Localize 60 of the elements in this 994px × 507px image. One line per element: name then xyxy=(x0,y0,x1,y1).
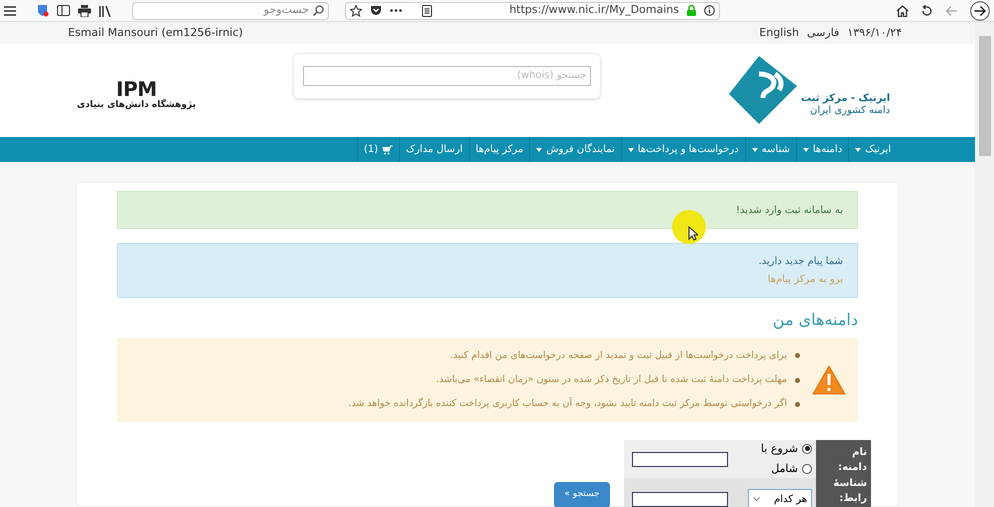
sidebar-icon[interactable] xyxy=(57,5,70,16)
search-placeholder: جست‌وجو xyxy=(264,2,309,18)
language-link[interactable]: English xyxy=(759,24,799,42)
forward-icon[interactable] xyxy=(970,0,990,20)
url-text[interactable]: https://www.nic.ir/My_Domains xyxy=(509,2,679,19)
contact-input[interactable] xyxy=(632,492,728,506)
domain-label: نام دامنه: xyxy=(837,446,867,474)
notice-text: اگر درخواستی توسط مرکز ثبت دامنه تایید نشود، وجه آن به حساب کاربری پرداخت کننده بازگردانده خواهد شد. xyxy=(348,397,787,412)
logo-title: ایرنیک - مرکز ثبت xyxy=(801,92,890,105)
pocket-icon[interactable] xyxy=(370,5,382,16)
radio-option[interactable]: شامل xyxy=(760,461,812,478)
caret-icon xyxy=(802,148,809,152)
cart-icon xyxy=(382,144,394,154)
scrollbar[interactable] xyxy=(975,22,994,507)
ipm-logo: IPM xyxy=(116,78,157,99)
section-heading: دامنه‌های من xyxy=(772,309,858,331)
bullet-icon xyxy=(795,402,800,407)
search-icon xyxy=(313,5,324,16)
domain-input[interactable] xyxy=(632,452,728,466)
notice-text: مهلت پرداخت دامنهٔ ثبت شده تا قبل از تاریخ ذکر شده در ستون «زمان انقضاء» می‌باشد. xyxy=(436,372,787,387)
radio-option[interactable]: شروع با xyxy=(760,440,812,457)
radio-button[interactable] xyxy=(802,464,812,474)
search-button[interactable]: جستجو » xyxy=(554,482,610,507)
caret-icon xyxy=(855,148,862,152)
caret-icon xyxy=(536,148,542,152)
reader-icon[interactable] xyxy=(422,4,432,16)
caret-icon xyxy=(628,148,634,152)
logo-icon xyxy=(729,56,798,126)
print-icon[interactable] xyxy=(78,4,91,16)
user-name: Esmail Mansouri (em1256-irnic) xyxy=(68,24,243,41)
cursor-icon xyxy=(688,226,698,241)
bullet-icon xyxy=(795,378,800,382)
bullet-icon xyxy=(795,353,800,358)
more-icon[interactable] xyxy=(390,9,402,12)
contact-select[interactable]: هر کدام xyxy=(748,489,812,507)
lock-icon xyxy=(687,5,696,16)
star-icon[interactable] xyxy=(350,4,362,16)
radio-button[interactable] xyxy=(802,444,812,454)
chevron-icon xyxy=(753,496,760,502)
reload-icon[interactable] xyxy=(921,4,933,16)
whois-placeholder: جستجو (whois) xyxy=(517,69,586,83)
language-link[interactable]: فارسی xyxy=(807,24,840,42)
message-link[interactable]: برو به مرکز پیام‌ها xyxy=(132,272,843,287)
library-icon[interactable] xyxy=(99,4,112,16)
info-icon[interactable] xyxy=(704,5,715,16)
logo-subtitle: دامنه کشوری ایران xyxy=(808,105,890,118)
search-field[interactable]: جست‌وجو xyxy=(132,2,329,20)
warning-icon xyxy=(812,365,846,395)
shield-icon[interactable] xyxy=(36,4,49,17)
menu-icon[interactable] xyxy=(4,6,16,16)
address-bar[interactable]: https://www.nic.ir/My_Domains xyxy=(345,2,720,20)
partner-name: پژوهشگاه دانش‌های بنیادی xyxy=(77,98,196,112)
contact-label: شناسهٔ رابط: xyxy=(832,476,867,506)
home-icon[interactable] xyxy=(896,4,909,16)
alert-text: شما پیام جدید دارید. xyxy=(757,255,843,269)
notice-text: برای پرداخت درخواست‌ها از قبیل ثبت و تمدید از صفحه درخواست‌های من اقدام کنید. xyxy=(450,348,787,363)
date-text: ۱۳۹۶/۱۰/۲۴ xyxy=(847,24,902,41)
whois-field[interactable]: جستجو (whois) xyxy=(303,66,592,86)
caret-icon xyxy=(752,148,758,152)
alert-text: به سامانه ثبت وارد شدید! xyxy=(734,204,843,218)
